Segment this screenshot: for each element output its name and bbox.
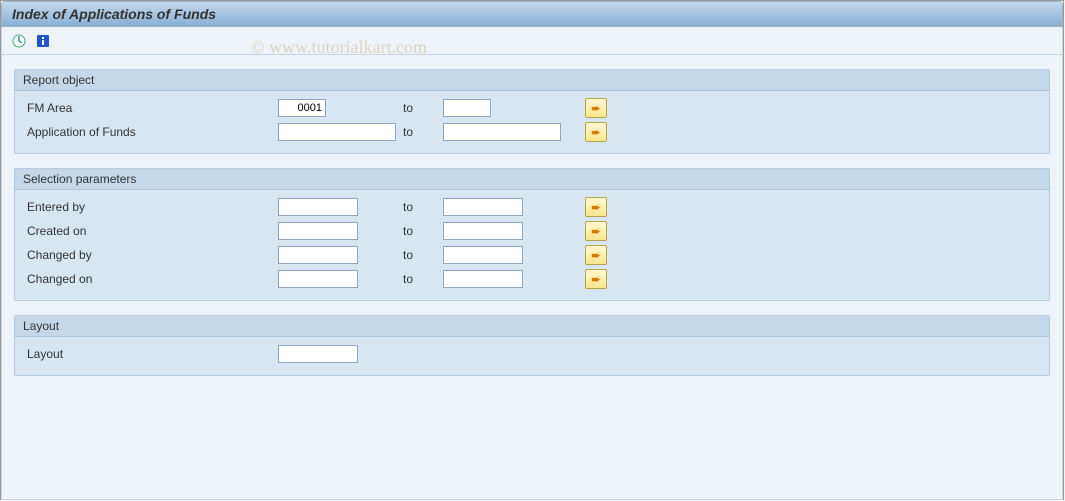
row-changed-on: Changed on to ➨	[23, 268, 1041, 290]
to-label: to	[403, 224, 443, 238]
changed-by-from-input[interactable]	[278, 246, 358, 264]
app-funds-range-button[interactable]: ➨	[585, 122, 607, 142]
label-layout: Layout	[23, 347, 278, 361]
group-title: Layout	[15, 316, 1049, 337]
changed-on-range-button[interactable]: ➨	[585, 269, 607, 289]
to-label: to	[403, 272, 443, 286]
changed-on-from-input[interactable]	[278, 270, 358, 288]
execute-button[interactable]	[10, 32, 28, 50]
app-funds-to-input[interactable]	[443, 123, 561, 141]
arrow-right-icon: ➨	[591, 225, 600, 238]
arrow-right-icon: ➨	[591, 102, 600, 115]
to-label: to	[403, 101, 443, 115]
label-changed-by: Changed by	[23, 248, 278, 262]
group-layout: Layout Layout	[14, 315, 1050, 376]
entered-by-to-input[interactable]	[443, 198, 523, 216]
toolbar	[1, 27, 1063, 55]
fm-area-to-input[interactable]	[443, 99, 491, 117]
group-report-object: Report object FM Area to ➨ Application o…	[14, 69, 1050, 154]
row-created-on: Created on to ➨	[23, 220, 1041, 242]
label-fm-area: FM Area	[23, 101, 278, 115]
entered-by-range-button[interactable]: ➨	[585, 197, 607, 217]
label-changed-on: Changed on	[23, 272, 278, 286]
layout-input[interactable]	[278, 345, 358, 363]
arrow-right-icon: ➨	[591, 273, 600, 286]
arrow-right-icon: ➨	[591, 126, 600, 139]
content-area: Report object FM Area to ➨ Application o…	[1, 55, 1063, 500]
page-title: Index of Applications of Funds	[1, 1, 1063, 27]
row-changed-by: Changed by to ➨	[23, 244, 1041, 266]
group-title: Report object	[15, 70, 1049, 91]
label-created-on: Created on	[23, 224, 278, 238]
row-layout: Layout	[23, 343, 1041, 365]
row-fm-area: FM Area to ➨	[23, 97, 1041, 119]
row-application-of-funds: Application of Funds to ➨	[23, 121, 1041, 143]
group-selection-parameters: Selection parameters Entered by to ➨ Cre…	[14, 168, 1050, 301]
arrow-right-icon: ➨	[591, 249, 600, 262]
entered-by-from-input[interactable]	[278, 198, 358, 216]
group-title: Selection parameters	[15, 169, 1049, 190]
created-on-to-input[interactable]	[443, 222, 523, 240]
to-label: to	[403, 248, 443, 262]
changed-on-to-input[interactable]	[443, 270, 523, 288]
info-button[interactable]	[34, 32, 52, 50]
row-entered-by: Entered by to ➨	[23, 196, 1041, 218]
fm-area-from-input[interactable]	[278, 99, 326, 117]
to-label: to	[403, 125, 443, 139]
fm-area-range-button[interactable]: ➨	[585, 98, 607, 118]
changed-by-to-input[interactable]	[443, 246, 523, 264]
arrow-right-icon: ➨	[591, 201, 600, 214]
changed-by-range-button[interactable]: ➨	[585, 245, 607, 265]
label-application-of-funds: Application of Funds	[23, 125, 278, 139]
created-on-range-button[interactable]: ➨	[585, 221, 607, 241]
to-label: to	[403, 200, 443, 214]
app-funds-from-input[interactable]	[278, 123, 396, 141]
label-entered-by: Entered by	[23, 200, 278, 214]
created-on-from-input[interactable]	[278, 222, 358, 240]
